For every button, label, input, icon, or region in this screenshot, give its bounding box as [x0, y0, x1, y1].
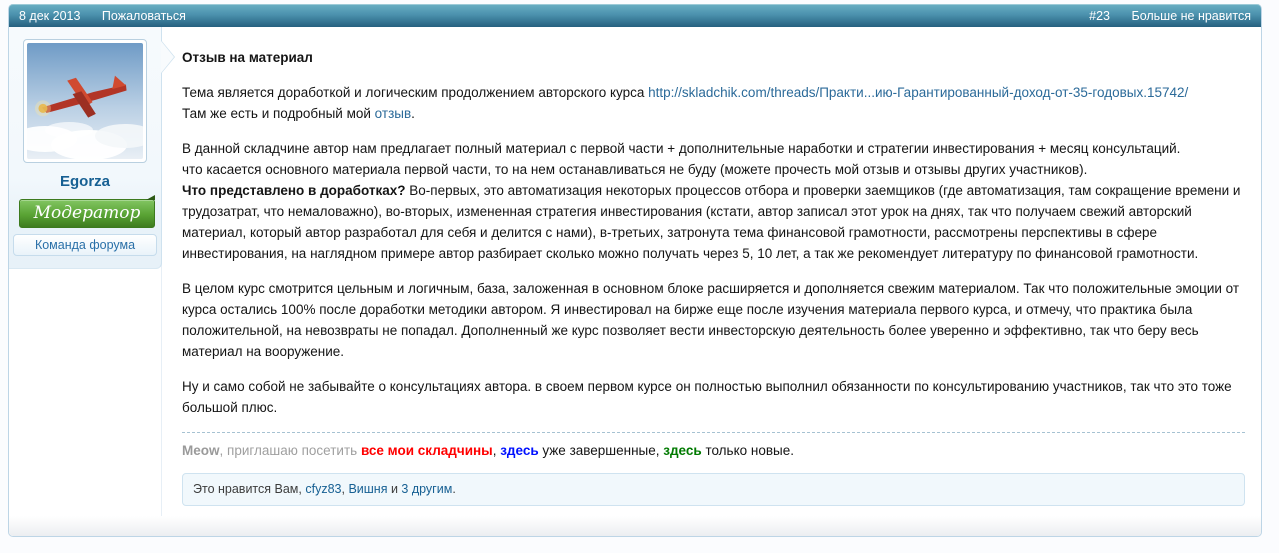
post-title: Отзыв на материал	[182, 50, 313, 65]
paragraph-details: В данной складчине автор нам предлагает …	[182, 138, 1245, 264]
review-link[interactable]: отзыв	[375, 106, 411, 121]
liker-link-2[interactable]: Вишня	[348, 482, 387, 496]
text-segment: Это нравится Вам,	[193, 482, 306, 496]
text-segment: и	[387, 482, 402, 496]
signature: Meow, приглашаю посетить все мои складчи…	[182, 432, 1245, 461]
post-footer	[9, 516, 1261, 536]
user-title: Команда форума	[13, 234, 157, 256]
post-header-right: #23 Больше не нравится	[1071, 9, 1251, 23]
text-segment: , приглашаю посетить	[219, 443, 361, 458]
plane-avatar-image	[27, 43, 143, 159]
user-info-block: Egorza Модератор Команда форума	[9, 27, 162, 269]
text-segment: только новые.	[701, 443, 795, 458]
text-segment: .	[452, 482, 456, 496]
text-segment: Тема является доработкой и логическим пр…	[182, 85, 649, 100]
report-link[interactable]: Пожаловаться	[102, 9, 186, 23]
text-segment: .	[411, 106, 415, 121]
likes-bar: Это нравится Вам, cfyz83, Вишня и 3 друг…	[182, 473, 1245, 506]
post-header-left: 8 дек 2013 Пожаловаться	[19, 9, 204, 23]
signature-author: Meow	[182, 443, 220, 458]
post-date-link[interactable]: 8 дек 2013	[19, 9, 80, 23]
post-header: 8 дек 2013 Пожаловаться #23 Больше не нр…	[9, 4, 1261, 27]
post-number-link[interactable]: #23	[1089, 9, 1110, 23]
signature-link-all[interactable]: все мои складчины	[361, 443, 493, 458]
paragraph-conclusion: В целом курс смотрится цельным и логичны…	[182, 281, 1240, 359]
course-link[interactable]: http://skladchik.com/threads/Практи...ию…	[648, 85, 1188, 100]
text-segment: уже завершенные,	[538, 443, 664, 458]
forum-post: 8 дек 2013 Пожаловаться #23 Больше не нр…	[8, 4, 1262, 537]
bold-question: Что представлено в доработках?	[182, 183, 406, 198]
post-main: Egorza Модератор Команда форума Отзыв на…	[9, 27, 1261, 516]
message-arrow	[161, 41, 174, 73]
avatar[interactable]	[23, 39, 147, 163]
text-segment: В данной складчине автор нам предлагает …	[182, 141, 1181, 156]
user-info-panel: Egorza Модератор Команда форума	[9, 27, 175, 516]
moderator-banner: Модератор	[19, 195, 155, 228]
signature-link-finished[interactable]: здесь	[500, 443, 538, 458]
paragraph-consultations: Ну и само собой не забывайте о консульта…	[182, 379, 1232, 415]
unlike-link[interactable]: Больше не нравится	[1131, 9, 1251, 23]
likers-others-link[interactable]: 3 другим	[401, 482, 452, 496]
username-link[interactable]: Egorza	[9, 173, 161, 190]
text-segment: Там же есть и подробный мой	[182, 106, 375, 121]
message-content: Отзыв на материал Тема является доработк…	[162, 27, 1261, 516]
text-segment: что касается основного материала первой …	[182, 162, 1088, 177]
liker-link-1[interactable]: cfyz83	[305, 482, 341, 496]
paragraph-intro: Тема является доработкой и логическим пр…	[182, 82, 1245, 124]
signature-link-new[interactable]: здесь	[663, 443, 701, 458]
